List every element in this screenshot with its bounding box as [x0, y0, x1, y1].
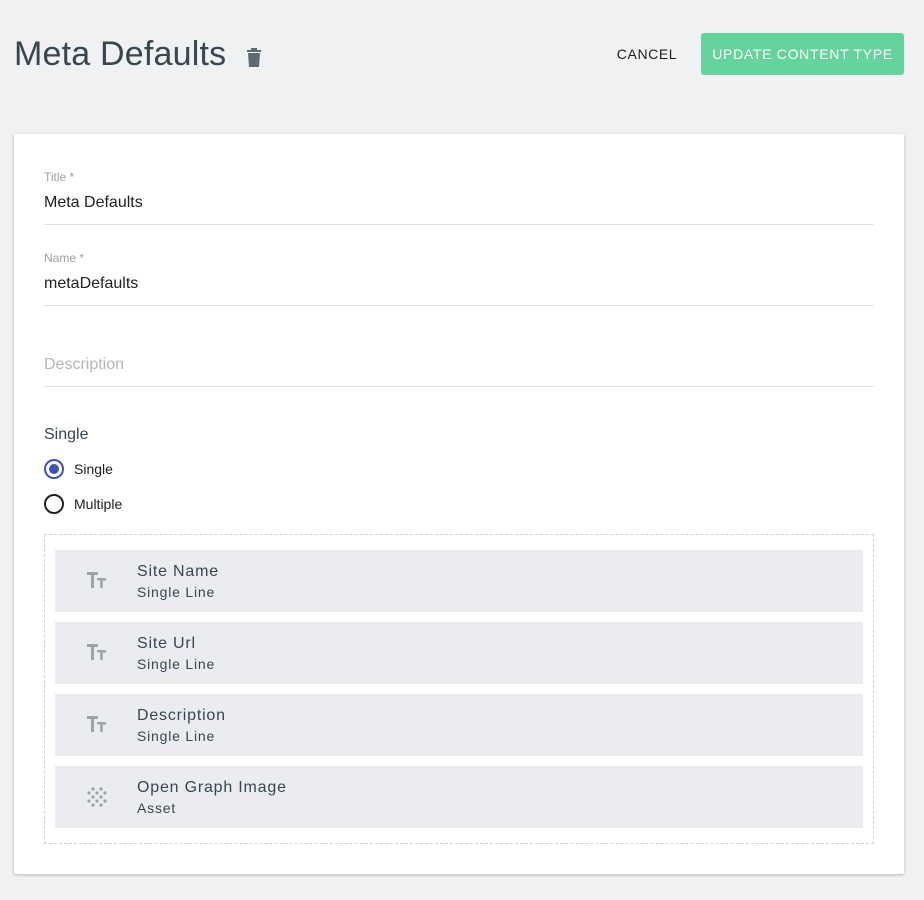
page-header: Meta Defaults CANCEL UPDATE CONTENT TYPE: [0, 0, 924, 110]
field-item-description[interactable]: Description Single Line: [55, 694, 863, 756]
radio-multiple[interactable]: Multiple: [44, 494, 122, 514]
name-field[interactable]: Name * metaDefaults: [44, 251, 874, 307]
mode-label: Single: [44, 426, 89, 443]
title-input[interactable]: Meta Defaults: [44, 194, 143, 212]
radio-single-circle[interactable]: [44, 459, 64, 479]
trash-icon[interactable]: [246, 48, 262, 68]
radio-multiple-circle[interactable]: [44, 494, 64, 514]
field-item-site-name[interactable]: Site Name Single Line: [55, 550, 863, 612]
description-field[interactable]: Description: [44, 332, 874, 388]
description-underline: [44, 386, 874, 387]
field-item-type: Single Line: [137, 728, 216, 744]
text-type-icon: [87, 572, 106, 588]
update-content-type-button[interactable]: UPDATE CONTENT TYPE: [701, 33, 904, 75]
field-item-type: Asset: [137, 800, 177, 816]
radio-multiple-label: Multiple: [74, 496, 123, 512]
field-item-type: Single Line: [137, 584, 216, 600]
radio-single-label: Single: [74, 461, 113, 477]
content-type-card: Title * Meta Defaults Name * metaDefault…: [14, 134, 904, 874]
title-underline: [44, 224, 874, 225]
field-item-type: Single Line: [137, 656, 216, 672]
cancel-button[interactable]: CANCEL: [606, 36, 688, 72]
title-field[interactable]: Title * Meta Defaults: [44, 170, 874, 226]
field-item-name: Site Url: [137, 635, 196, 652]
field-item-site-url[interactable]: Site Url Single Line: [55, 622, 863, 684]
name-field-label: Name *: [44, 251, 85, 265]
field-item-name: Description: [137, 707, 226, 724]
fields-list: Site Name Single Line Site Url Single Li…: [44, 534, 874, 844]
page-title: Meta Defaults: [14, 35, 227, 73]
text-type-icon: [87, 644, 106, 660]
field-item-name: Site Name: [137, 563, 219, 580]
title-field-label: Title *: [44, 170, 75, 184]
text-type-icon: [87, 716, 106, 732]
content-type-editor: Meta Defaults CANCEL UPDATE CONTENT TYPE…: [0, 0, 924, 900]
field-item-name: Open Graph Image: [137, 779, 287, 796]
asset-dots-icon: [87, 787, 107, 807]
field-item-open-graph-image[interactable]: Open Graph Image Asset: [55, 766, 863, 828]
name-underline: [44, 305, 874, 306]
radio-single[interactable]: Single: [44, 459, 113, 479]
name-input[interactable]: metaDefaults: [44, 275, 138, 293]
description-input[interactable]: Description: [44, 356, 124, 374]
